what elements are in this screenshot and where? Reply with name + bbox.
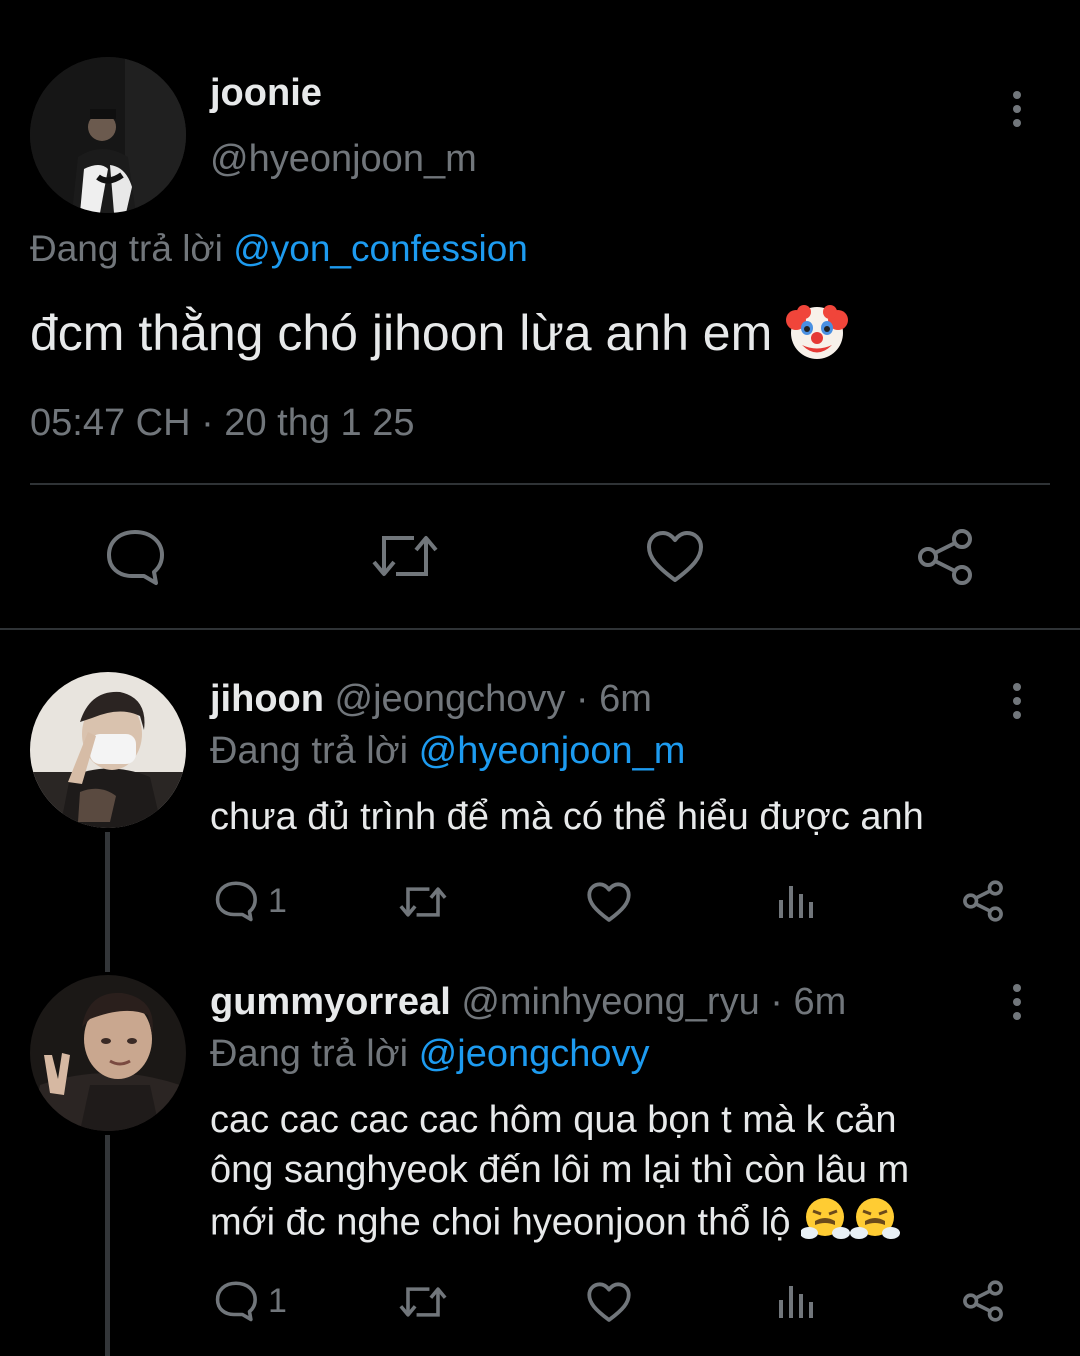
replying-prefix: Đang trả lời (210, 1033, 409, 1075)
analytics-icon[interactable] (777, 1282, 815, 1320)
replying-to: Đang trả lời @yon_confession (30, 228, 528, 270)
replying-to: Đang trả lời @jeongchovy (210, 1033, 650, 1076)
reply-tweet[interactable]: gummyorreal @minhyeong_ryu · 6m Đang trả… (0, 975, 1080, 1356)
reply-count: 1 (268, 881, 287, 920)
divider (30, 483, 1050, 485)
replying-to-mention-link[interactable]: @jeongchovy (419, 1033, 650, 1075)
reply-text-line-with-emoji: mới đc nghe choi hyeonjoon thổ lộ (210, 1195, 1030, 1254)
like-icon[interactable] (587, 882, 631, 923)
avatar[interactable] (30, 672, 186, 828)
user-handle[interactable]: @hyeonjoon_m (210, 138, 477, 181)
reply-text-line: ông sanghyeok đến lôi m lại thì còn lâu … (210, 1149, 910, 1191)
reply-text-line: mới đc nghe choi hyeonjoon thổ lộ (210, 1201, 791, 1244)
display-name[interactable]: jihoon (210, 678, 324, 720)
reply-text-line: cac cac cac cac hôm qua bọn t mà k cản (210, 1099, 897, 1141)
more-options-icon[interactable] (1002, 84, 1032, 134)
tweet-thread-page: joonie @hyeonjoon_m Đang trả lời @yon_co… (0, 0, 1080, 1356)
replying-prefix: Đang trả lời (30, 228, 223, 269)
reply-icon[interactable] (104, 528, 166, 586)
main-tweet[interactable]: joonie @hyeonjoon_m Đang trả lời @yon_co… (0, 0, 1080, 630)
avatar[interactable] (30, 975, 186, 1131)
reply-time: · 6m (575, 678, 652, 720)
reply-icon (214, 880, 258, 922)
tweet-text: đcm thằng chó jihoon lừa anh em (30, 300, 849, 374)
reply-header: jihoon @jeongchovy · 6m (210, 678, 652, 721)
reply-tweet[interactable]: jihoon @jeongchovy · 6m Đang trả lời @hy… (0, 672, 1080, 972)
reply-header: gummyorreal @minhyeong_ryu · 6m (210, 981, 846, 1024)
user-handle[interactable]: @minhyeong_ryu (461, 981, 759, 1023)
retweet-icon[interactable] (370, 528, 440, 584)
reply-count: 1 (268, 1281, 287, 1320)
replying-to-mention-link[interactable]: @hyeonjoon_m (419, 730, 686, 772)
share-icon[interactable] (962, 880, 1004, 922)
avatar[interactable] (30, 57, 186, 213)
clown-face-emoji-icon (786, 300, 849, 374)
more-options-icon[interactable] (1002, 977, 1032, 1027)
tweet-text-content: đcm thằng chó jihoon lừa anh em (30, 305, 773, 362)
reply-text: chưa đủ trình để mà có thể hiểu được anh (210, 796, 924, 838)
reply-icon (214, 1280, 258, 1322)
replying-to-mention-link[interactable]: @yon_confession (233, 228, 528, 269)
replying-to: Đang trả lời @hyeonjoon_m (210, 730, 685, 773)
tweet-timestamp: 05:47 CH · 20 thg 1 25 (30, 402, 415, 444)
reply-button[interactable]: 1 (214, 1280, 287, 1322)
display-name[interactable]: gummyorreal (210, 981, 451, 1023)
replying-prefix: Đang trả lời (210, 730, 409, 772)
like-icon[interactable] (646, 530, 704, 584)
reply-button[interactable]: 1 (214, 880, 287, 922)
face-with-steam-from-nose-emoji-icon (800, 1195, 901, 1254)
thread-connector-line (105, 1135, 110, 1356)
retweet-icon[interactable] (398, 1282, 448, 1322)
divider (0, 628, 1080, 630)
thread-connector-line (105, 832, 110, 972)
reply-time: · 6m (770, 981, 847, 1023)
display-name[interactable]: joonie (210, 72, 322, 115)
analytics-icon[interactable] (777, 882, 815, 920)
more-options-icon[interactable] (1002, 676, 1032, 726)
share-icon[interactable] (962, 1280, 1004, 1322)
share-icon[interactable] (916, 528, 974, 586)
reply-text: cac cac cac cac hôm qua bọn t mà k cản ô… (210, 1095, 1030, 1254)
user-handle[interactable]: @jeongchovy (335, 678, 566, 720)
retweet-icon[interactable] (398, 882, 448, 922)
like-icon[interactable] (587, 1282, 631, 1323)
